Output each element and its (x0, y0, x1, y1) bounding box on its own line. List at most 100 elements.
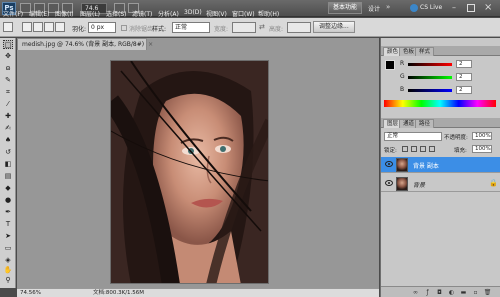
image-canvas[interactable] (110, 60, 269, 284)
adjustment-layer-icon[interactable]: ◐ (447, 289, 456, 296)
blue-channel-label: B (400, 86, 405, 93)
dodge-tool-icon[interactable]: ● (3, 196, 13, 205)
lock-label: 锁定: (384, 148, 397, 154)
feather-label: 羽化: (72, 26, 87, 33)
zoom-tool-icon[interactable]: ⚲ (3, 276, 13, 285)
3d-tool-icon[interactable]: ◈ (3, 256, 13, 265)
menu-strip: 文件(F) 编辑(E) 图像(I) 图层(L) 选择(S) 滤镜(T) 分析(A… (0, 9, 320, 18)
blend-mode-value: 正常 (387, 133, 399, 139)
height-label: 高度: (269, 26, 284, 33)
link-layers-icon[interactable]: ∞ (411, 289, 420, 296)
style-select[interactable]: 正常 (172, 22, 210, 33)
layer-thumbnail (396, 158, 408, 172)
toolbox: □ ✥ ɷ ✎ ⌗ ⁄ ✚ ✍ ♠ ↺ ◧ ▤ ◆ ● ✒ T ➤ ▭ ◈ ✋ … (0, 38, 16, 288)
hand-tool-icon[interactable]: ✋ (3, 266, 13, 275)
antialias-label: 消除锯齿 (129, 26, 154, 33)
color-spectrum-bar[interactable] (384, 100, 496, 107)
healing-tool-icon[interactable]: ✚ (3, 112, 13, 121)
maximize-icon[interactable] (467, 4, 475, 12)
layer-row-background[interactable]: 背景 🔒 (381, 176, 500, 192)
foreground-color-swatch[interactable] (385, 60, 395, 70)
portrait-photo (111, 61, 268, 283)
status-zoom[interactable]: 74.56% (20, 289, 41, 297)
fill-input[interactable]: 100% (472, 145, 492, 153)
menu-analysis[interactable]: 分析(A) (158, 9, 179, 18)
menu-filter[interactable]: 滤镜(T) (132, 9, 152, 18)
green-channel-label: G (400, 73, 405, 80)
new-layer-icon[interactable]: ▫ (471, 289, 480, 296)
shape-tool-icon[interactable]: ▭ (3, 244, 13, 253)
cs-live-button[interactable]: CS Live (420, 4, 442, 11)
feather-input[interactable]: 0 px (88, 22, 116, 33)
menu-image[interactable]: 图像(I) (55, 9, 73, 18)
red-slider[interactable] (408, 63, 452, 66)
document-tab[interactable]: medish.jpg @ 74.6% (背景 副本, RGB/8#) × (17, 38, 153, 50)
new-selection-icon[interactable] (22, 22, 32, 32)
lock-all-icon[interactable] (429, 146, 435, 152)
refine-edge-button[interactable]: 调整边缘... (313, 21, 355, 33)
new-group-icon[interactable]: ▬ (459, 289, 468, 296)
green-value-input[interactable]: 2 (456, 73, 472, 81)
blur-tool-icon[interactable]: ◆ (3, 184, 13, 193)
workspace-essentials-button[interactable]: 基本功能 (328, 2, 363, 14)
green-slider[interactable] (408, 76, 452, 79)
lock-position-icon[interactable] (420, 146, 426, 152)
layer-row-background-copy[interactable]: 背景 副本 (381, 157, 500, 173)
lock-pixels-icon[interactable] (411, 146, 417, 152)
swap-icon[interactable]: ⇄ (259, 23, 265, 31)
menu-select[interactable]: 选择(S) (106, 9, 127, 18)
menu-help[interactable]: 帮助(H) (258, 9, 279, 18)
layers-panel-footer: ∞ ƒ ◘ ◐ ▬ ▫ 🗑 (381, 286, 500, 297)
blue-value-input[interactable]: 2 (456, 86, 472, 94)
opacity-label: 不透明度: (444, 135, 468, 141)
path-select-tool-icon[interactable]: ➤ (3, 232, 13, 241)
subtract-selection-icon[interactable] (44, 22, 54, 32)
eyedropper-tool-icon[interactable]: ⁄ (3, 100, 13, 109)
lock-transparent-icon[interactable] (402, 146, 408, 152)
history-brush-tool-icon[interactable]: ↺ (3, 148, 13, 157)
quick-select-tool-icon[interactable]: ✎ (3, 76, 13, 85)
tab-styles[interactable]: 样式 (415, 47, 435, 56)
close-icon[interactable]: × (484, 2, 494, 13)
brush-tool-icon[interactable]: ✍ (3, 124, 13, 133)
tab-paths[interactable]: 路径 (415, 119, 435, 128)
layer-style-icon[interactable]: ƒ (423, 289, 432, 296)
eraser-tool-icon[interactable]: ◧ (3, 160, 13, 169)
menu-window[interactable]: 窗口(W) (232, 9, 255, 18)
workspace-design-link[interactable]: 设计 (368, 4, 380, 13)
layer-mask-icon[interactable]: ◘ (435, 289, 444, 296)
marquee-tool-icon[interactable]: □ (3, 40, 13, 49)
type-tool-icon[interactable]: T (3, 220, 13, 229)
blue-slider[interactable] (408, 89, 452, 92)
intersect-selection-icon[interactable] (55, 22, 65, 32)
visibility-eye-icon[interactable] (385, 161, 393, 167)
crop-tool-icon[interactable]: ⌗ (3, 88, 13, 97)
visibility-eye-icon[interactable] (385, 180, 393, 186)
tool-preset-icon[interactable] (3, 22, 13, 32)
menu-layer[interactable]: 图层(L) (80, 9, 100, 18)
clone-stamp-tool-icon[interactable]: ♠ (3, 136, 13, 145)
cs-live-icon (410, 4, 418, 12)
menu-edit[interactable]: 编辑(E) (29, 9, 49, 18)
lasso-tool-icon[interactable]: ɷ (3, 64, 13, 73)
opacity-input[interactable]: 100% (472, 132, 492, 140)
pen-tool-icon[interactable]: ✒ (3, 208, 13, 217)
height-input[interactable] (287, 22, 311, 33)
blend-mode-select[interactable]: 正常 (384, 132, 442, 141)
minimize-icon[interactable]: – (452, 4, 460, 12)
fill-label: 填充: (454, 148, 467, 154)
red-channel-label: R (400, 60, 405, 67)
move-tool-icon[interactable]: ✥ (3, 52, 13, 61)
delete-layer-icon[interactable]: 🗑 (483, 289, 492, 296)
red-channel-row: R 2 (400, 60, 480, 68)
menu-3d[interactable]: 3D(D) (184, 9, 202, 16)
antialias-checkbox[interactable] (121, 25, 127, 31)
width-input[interactable] (232, 22, 256, 33)
add-selection-icon[interactable] (33, 22, 43, 32)
menu-view[interactable]: 视图(V) (206, 9, 227, 18)
gradient-tool-icon[interactable]: ▤ (3, 172, 13, 181)
red-value-input[interactable]: 2 (456, 60, 472, 68)
chevron-right-icon[interactable]: » (386, 3, 395, 12)
menu-file[interactable]: 文件(F) (3, 9, 23, 18)
close-document-icon[interactable]: × (148, 41, 153, 48)
